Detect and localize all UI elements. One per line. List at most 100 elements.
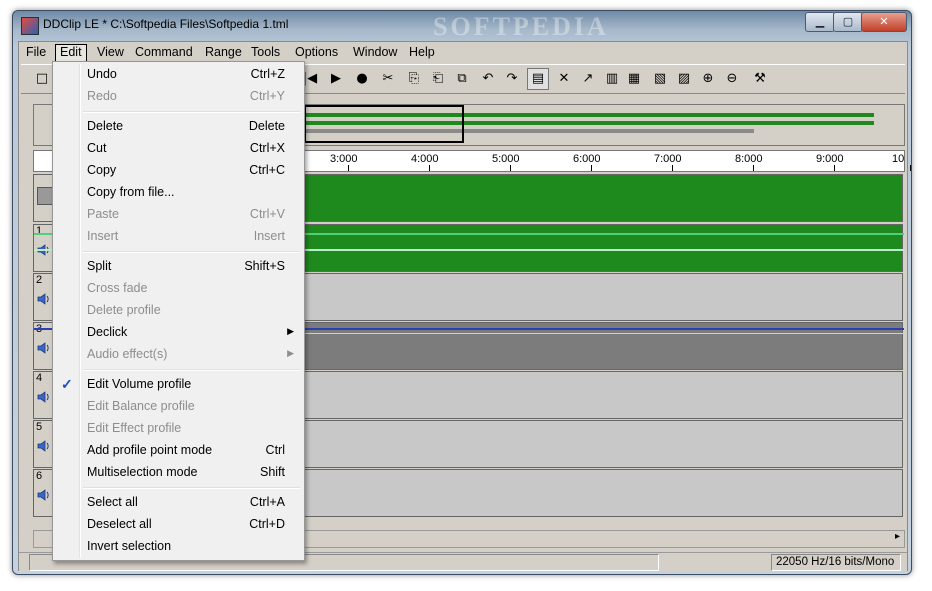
menu-file[interactable]: File	[22, 44, 50, 60]
menu-separator	[83, 111, 300, 113]
track-number: 1	[36, 225, 43, 237]
menu-separator	[83, 251, 300, 253]
status-format: 22050 Hz/16 bits/Mono	[771, 554, 901, 571]
menu-item-delete[interactable]: Delete Delete	[55, 116, 302, 138]
paste-icon[interactable]: ⎗	[427, 68, 449, 90]
menu-item-shortcut: Insert	[253, 229, 285, 243]
undo-icon[interactable]: ↶	[477, 68, 499, 90]
title-bar[interactable]: DDClip LE * C:\Softpedia Files\Softpedia…	[13, 11, 911, 41]
speaker-icon[interactable]	[37, 488, 51, 502]
menu-item-label: Cross fade	[87, 281, 148, 295]
split-icon[interactable]: ▤	[527, 68, 549, 90]
ruler-tick	[910, 165, 911, 171]
scroll-right-icon[interactable]: ▸	[895, 531, 900, 542]
checkmark-icon: ✓	[61, 376, 73, 392]
menu-item-edit-volume-profile[interactable]: ✓ Edit Volume profile	[55, 374, 302, 396]
crossfade-icon[interactable]: ✕	[553, 68, 575, 90]
redo-icon[interactable]: ↷	[501, 68, 523, 90]
menu-item-label: Add profile point mode	[87, 443, 213, 457]
ruler-tick-label: 8:000	[735, 153, 763, 165]
spectrum-icon[interactable]: ▦	[623, 68, 645, 90]
menu-window[interactable]: Window	[349, 44, 401, 60]
menu-item-label: Multiselection mode	[87, 465, 198, 479]
copy-icon[interactable]: ⎘	[403, 68, 425, 90]
maximize-button[interactable]: ▢	[833, 12, 863, 32]
menu-item-deselect-all[interactable]: Deselect all Ctrl+D	[55, 514, 302, 536]
menu-separator	[83, 487, 300, 489]
menu-item-select-all[interactable]: Select all Ctrl+A	[55, 492, 302, 514]
new-icon[interactable]: □	[31, 68, 53, 90]
menu-item-paste: Paste Ctrl+V	[55, 204, 302, 226]
effect-b-icon[interactable]: ▨	[673, 68, 695, 90]
app-icon[interactable]	[21, 17, 39, 35]
ruler-tick	[429, 165, 430, 171]
effect-a-icon[interactable]: ▧	[649, 68, 671, 90]
ruler-tick-label: 5:000	[492, 153, 520, 165]
menu-item-label: Cut	[87, 141, 107, 155]
zoom-out-icon[interactable]: ⊖	[721, 68, 743, 90]
menu-item-label: Copy	[87, 163, 117, 177]
menu-item-label: Delete profile	[87, 303, 161, 317]
mark-icon[interactable]: ↗	[577, 68, 599, 90]
menu-bar: File Edit View Command Range Tools Options Wind…	[19, 42, 907, 62]
paste-mix-icon[interactable]: ⧉	[451, 68, 473, 90]
submenu-arrow-icon: ▶	[287, 348, 294, 358]
ruler-tick-label: 6:000	[573, 153, 601, 165]
window-title: DDClip LE * C:\Softpedia Files\Softpedia…	[43, 17, 289, 31]
vol-icon[interactable]: ▥	[601, 68, 623, 90]
close-button[interactable]: ✕	[861, 12, 907, 32]
tools-icon[interactable]: ⚒	[749, 68, 771, 90]
menu-item-shortcut: Ctrl+C	[249, 163, 285, 177]
menu-item-redo: Redo Ctrl+Y	[55, 86, 302, 108]
ruler-tick	[348, 165, 349, 171]
cut-icon[interactable]: ✂	[377, 68, 399, 90]
speaker-icon[interactable]	[37, 292, 51, 306]
menu-item-label: Split	[87, 259, 112, 273]
zoom-in-icon[interactable]: ⊕	[697, 68, 719, 90]
menu-item-label: Edit Effect profile	[87, 421, 182, 435]
menu-item-label: Deselect all	[87, 517, 152, 531]
menu-item-shortcut: Ctrl+Y	[249, 89, 285, 103]
menu-separator	[83, 369, 300, 371]
menu-item-edit-effect-profile: Edit Effect profile	[55, 418, 302, 440]
speaker-icon[interactable]	[37, 341, 51, 355]
menu-item-delete-profile: Delete profile	[55, 300, 302, 322]
speaker-icon[interactable]	[37, 439, 51, 453]
menu-tools[interactable]: Tools	[247, 44, 284, 60]
ruler-tick	[672, 165, 673, 171]
menu-item-label: Copy from file...	[87, 185, 175, 199]
menu-item-split[interactable]: Split Shift+S	[55, 256, 302, 278]
menu-item-label: Invert selection	[87, 539, 172, 553]
menu-item-invert-selection[interactable]: Invert selection	[55, 536, 302, 558]
play-icon[interactable]: ▶	[325, 68, 347, 90]
menu-options[interactable]: Options	[291, 44, 342, 60]
menu-command[interactable]: Command	[131, 44, 197, 60]
menu-edit[interactable]: Edit	[55, 44, 87, 62]
menu-range[interactable]: Range	[201, 44, 246, 60]
minimize-button[interactable]: ▁	[805, 12, 835, 32]
speaker-icon[interactable]	[37, 390, 51, 404]
track-number: 6	[36, 470, 43, 482]
ruler-tick-label: 9:000	[816, 153, 844, 165]
ruler-tick	[510, 165, 511, 171]
menu-item-multiselection-mode[interactable]: Multiselection mode Shift	[55, 462, 302, 484]
menu-item-shortcut: Ctrl+A	[249, 495, 285, 509]
ruler-tick	[753, 165, 754, 171]
menu-item-label: Edit Volume profile	[87, 377, 192, 391]
menu-item-label: Undo	[87, 67, 117, 81]
menu-item-declick[interactable]: Declick ▶	[55, 322, 302, 344]
menu-help[interactable]: Help	[405, 44, 439, 60]
menu-view[interactable]: View	[93, 44, 128, 60]
menu-item-cut[interactable]: Cut Ctrl+X	[55, 138, 302, 160]
menu-item-insert: Insert Insert	[55, 226, 302, 248]
menu-item-copy[interactable]: Copy Ctrl+C	[55, 160, 302, 182]
menu-item-label: Declick	[87, 325, 128, 339]
track-number: 5	[36, 421, 43, 433]
menu-item-shortcut: Ctrl+Z	[250, 67, 285, 81]
menu-item-label: Audio effect(s)	[87, 347, 168, 361]
menu-item-copy-from-file[interactable]: Copy from file...	[55, 182, 302, 204]
overview-viewport[interactable]	[304, 105, 464, 143]
menu-item-add-profile-point-mode[interactable]: Add profile point mode Ctrl	[55, 440, 302, 462]
menu-item-undo[interactable]: Undo Ctrl+Z	[55, 64, 302, 86]
record-icon[interactable]: ●	[351, 68, 373, 90]
